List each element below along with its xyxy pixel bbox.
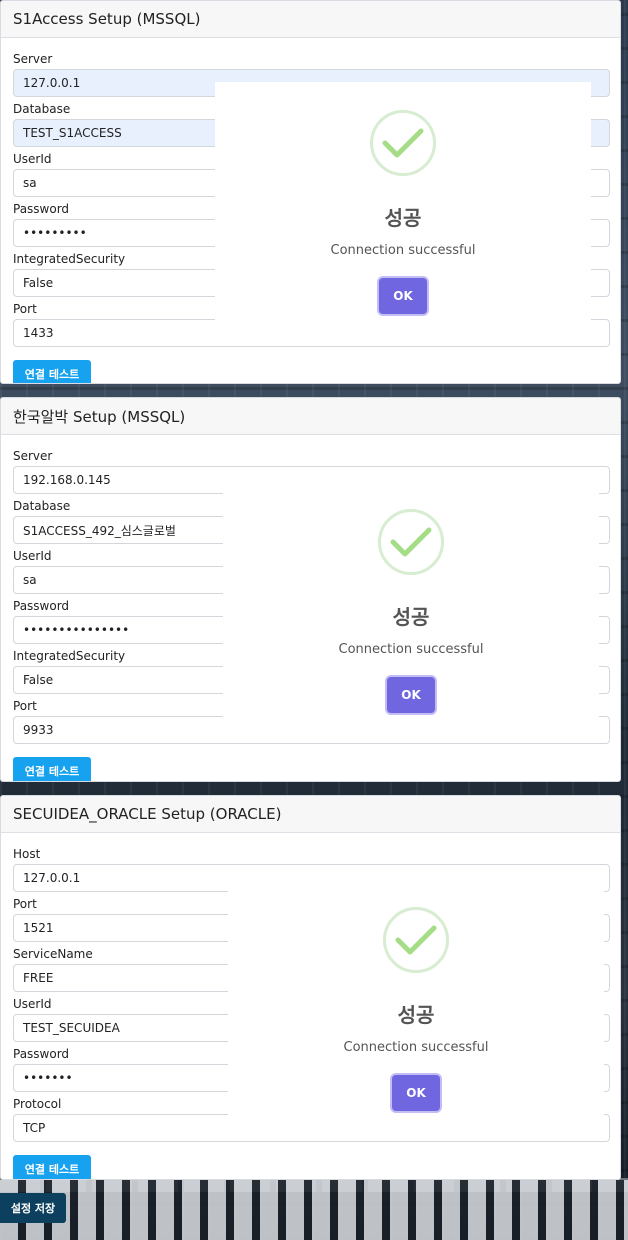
dialog-title: 성공 — [384, 206, 422, 230]
connection-test-button[interactable]: 연결 테스트 — [13, 1155, 91, 1179]
dialog-ok-button[interactable]: OK — [379, 278, 427, 314]
server-label: Server — [13, 52, 53, 66]
card-title: 한국알박 Setup (MSSQL) — [1, 398, 620, 435]
card-title: SECUIDEA_ORACLE Setup (ORACLE) — [1, 796, 620, 833]
dialog-message: Connection successful — [343, 1040, 489, 1055]
dialog-message: Connection successful — [330, 243, 476, 258]
success-dialog: 성공 Connection successful OK — [223, 481, 599, 731]
dialog-ok-button[interactable]: OK — [387, 677, 435, 713]
dialog-ok-button[interactable]: OK — [392, 1075, 440, 1111]
card-title: S1Access Setup (MSSQL) — [1, 1, 620, 38]
dialog-message: Connection successful — [338, 642, 484, 657]
setup-card-hankook-ulvac: 한국알박 Setup (MSSQL) Server 192.168.0.145 … — [0, 397, 621, 782]
host-label: Host — [13, 847, 41, 861]
setup-card-secuidea-oracle: SECUIDEA_ORACLE Setup (ORACLE) Host 127.… — [0, 795, 621, 1180]
dialog-title: 성공 — [397, 1003, 435, 1027]
checkmark-icon — [370, 110, 436, 176]
setup-card-s1access: S1Access Setup (MSSQL) Server 127.0.0.1 … — [0, 0, 621, 384]
background-building-windows — [0, 1180, 628, 1240]
connection-test-button[interactable]: 연결 테스트 — [13, 360, 91, 383]
save-settings-button[interactable]: 설정 저장 — [0, 1193, 66, 1223]
checkmark-icon — [378, 509, 444, 575]
success-dialog: 성공 Connection successful OK — [228, 879, 604, 1129]
server-label: Server — [13, 449, 53, 463]
dialog-title: 성공 — [392, 605, 430, 629]
success-dialog: 성공 Connection successful OK — [215, 82, 591, 334]
connection-test-button[interactable]: 연결 테스트 — [13, 757, 91, 781]
checkmark-icon — [383, 907, 449, 973]
